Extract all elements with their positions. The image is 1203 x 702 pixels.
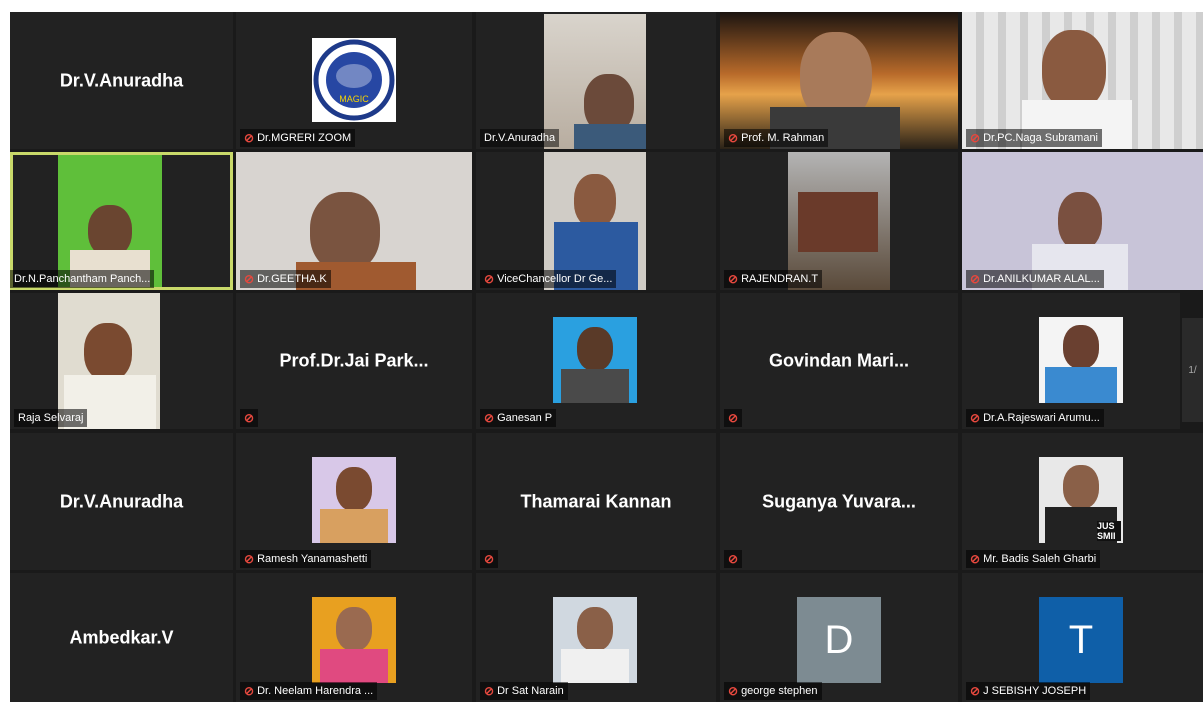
next-page-button[interactable]: 1/ <box>1182 318 1203 422</box>
name-tag: Raja Selvaraj <box>14 409 88 427</box>
logo-text: MAGIC <box>339 94 369 104</box>
participant-tile[interactable]: ⊘ Ganesan P <box>476 293 716 429</box>
participant-tile[interactable]: Dr.V.Anuradha <box>10 12 233 149</box>
mic-muted-icon: ⊘ <box>728 131 739 145</box>
participant-tile[interactable]: ⊘ Dr.PC.Naga Subramani <box>962 12 1203 149</box>
participant-tile-active-speaker[interactable]: Dr.N.Panchantham Panch... <box>10 152 233 290</box>
participant-tile[interactable]: Prof.Dr.Jai Park... ⊘ <box>236 293 472 429</box>
participant-tile[interactable]: ⊘ Dr.A.Rajeswari Arumu... <box>962 293 1180 429</box>
participant-name: Suganya Yuvara... <box>762 491 916 511</box>
mic-muted-icon: ⊘ <box>244 411 255 425</box>
mic-muted-icon: ⊘ <box>244 131 255 145</box>
name-tag: ⊘ Ramesh Yanamashetti <box>240 550 372 568</box>
logo-image: MAGIC <box>312 38 396 122</box>
name-tag: ⊘ RAJENDRAN.T <box>724 270 823 288</box>
poster-text: JUS SMII <box>1097 521 1121 541</box>
mic-muted-icon: ⊘ <box>728 684 739 698</box>
name-tag: ⊘ J SEBISHY JOSEPH <box>966 682 1091 700</box>
mic-muted-icon: ⊘ <box>484 552 495 566</box>
mic-muted-icon: ⊘ <box>970 684 981 698</box>
participant-tile[interactable]: D ⊘ george stephen <box>720 573 958 702</box>
participant-tile[interactable]: ⊘ Dr.ANILKUMAR ALAL... <box>962 152 1203 290</box>
participant-name: Thamarai Kannan <box>520 491 672 511</box>
mic-muted-icon: ⊘ <box>970 131 981 145</box>
participant-tile[interactable]: ⊘ Prof. M. Rahman <box>720 12 958 149</box>
mic-muted-icon: ⊘ <box>484 684 495 698</box>
name-tag: ⊘ Prof. M. Rahman <box>724 129 829 147</box>
avatar-initial: T <box>1039 597 1123 683</box>
participant-name: Govindan Mari... <box>768 350 910 371</box>
avatar-initial: D <box>797 597 881 683</box>
mic-muted-icon: ⊘ <box>728 272 739 286</box>
profile-photo <box>312 597 396 683</box>
next-page-indicator: 1/ <box>1188 364 1197 376</box>
name-tag: ⊘ Dr.MGRERI ZOOM <box>240 129 356 147</box>
participant-tile[interactable]: ⊘ Ramesh Yanamashetti <box>236 433 472 570</box>
name-tag: ⊘ ViceChancellor Dr Ge... <box>480 270 617 288</box>
name-tag: Dr.N.Panchantham Panch... <box>10 270 155 288</box>
mic-muted-icon: ⊘ <box>970 552 981 566</box>
mic-muted-icon: ⊘ <box>970 411 981 425</box>
name-tag: ⊘ <box>240 409 259 427</box>
participant-tile[interactable]: Dr.V.Anuradha <box>10 433 233 570</box>
participant-tile[interactable]: Suganya Yuvara... ⊘ <box>720 433 958 570</box>
name-tag: ⊘ Mr. Badis Saleh Gharbi <box>966 550 1101 568</box>
profile-photo: JUS SMII <box>1039 457 1123 543</box>
participant-name: Dr.V.Anuradha <box>59 70 184 90</box>
mic-muted-icon: ⊘ <box>484 411 495 425</box>
name-tag: ⊘ george stephen <box>724 682 822 700</box>
video-feed <box>544 14 646 149</box>
participant-name: Dr.V.Anuradha <box>59 491 184 511</box>
name-tag: ⊘ Dr.ANILKUMAR ALAL... <box>966 270 1104 288</box>
mic-muted-icon: ⊘ <box>970 272 981 286</box>
mic-muted-icon: ⊘ <box>244 272 255 286</box>
participant-tile[interactable]: ⊘ Dr Sat Narain <box>476 573 716 702</box>
name-tag: ⊘ Dr.PC.Naga Subramani <box>966 129 1103 147</box>
participant-tile[interactable]: Dr.V.Anuradha <box>476 12 716 149</box>
participant-tile[interactable]: JUS SMII ⊘ Mr. Badis Saleh Gharbi <box>962 433 1203 570</box>
profile-photo <box>553 597 637 683</box>
name-tag: ⊘ Dr.GEETHA.K <box>240 270 331 288</box>
participant-tile[interactable]: Govindan Mari... ⊘ <box>720 293 958 429</box>
participant-tile[interactable]: ⊘ Dr. Neelam Harendra ... <box>236 573 472 702</box>
mic-muted-icon: ⊘ <box>244 684 255 698</box>
participant-tile[interactable]: T ⊘ J SEBISHY JOSEPH <box>962 573 1203 702</box>
profile-photo <box>553 317 637 403</box>
name-tag: ⊘ <box>724 409 743 427</box>
name-tag: ⊘ <box>724 550 743 568</box>
video-feed <box>58 155 162 287</box>
name-tag: ⊘ Dr Sat Narain <box>480 682 568 700</box>
name-tag: ⊘ Ganesan P <box>480 409 557 427</box>
profile-photo <box>1039 317 1123 403</box>
participant-tile[interactable]: Ambedkar.V <box>10 573 233 702</box>
name-tag: ⊘ Dr. Neelam Harendra ... <box>240 682 378 700</box>
participant-tile[interactable]: ⊘ ViceChancellor Dr Ge... <box>476 152 716 290</box>
participant-tile[interactable]: MAGIC ⊘ Dr.MGRERI ZOOM <box>236 12 472 149</box>
participant-tile[interactable]: Raja Selvaraj <box>10 293 233 429</box>
mic-muted-icon: ⊘ <box>244 552 255 566</box>
name-tag: ⊘ <box>480 550 499 568</box>
participant-name: Ambedkar.V <box>69 627 174 647</box>
mic-muted-icon: ⊘ <box>728 411 739 425</box>
gallery-view: Dr.V.Anuradha MAGIC ⊘ Dr.MGRERI ZOOM Dr.V… <box>10 12 1203 702</box>
name-tag: ⊘ Dr.A.Rajeswari Arumu... <box>966 409 1104 427</box>
participant-name: Prof.Dr.Jai Park... <box>279 350 429 371</box>
participant-tile[interactable]: ⊘ Dr.GEETHA.K <box>236 152 472 290</box>
mic-muted-icon: ⊘ <box>728 552 739 566</box>
participant-tile[interactable]: ⊘ RAJENDRAN.T <box>720 152 958 290</box>
participant-tile[interactable]: Thamarai Kannan ⊘ <box>476 433 716 570</box>
profile-photo <box>312 457 396 543</box>
name-tag: Dr.V.Anuradha <box>480 129 560 147</box>
mic-muted-icon: ⊘ <box>484 272 495 286</box>
